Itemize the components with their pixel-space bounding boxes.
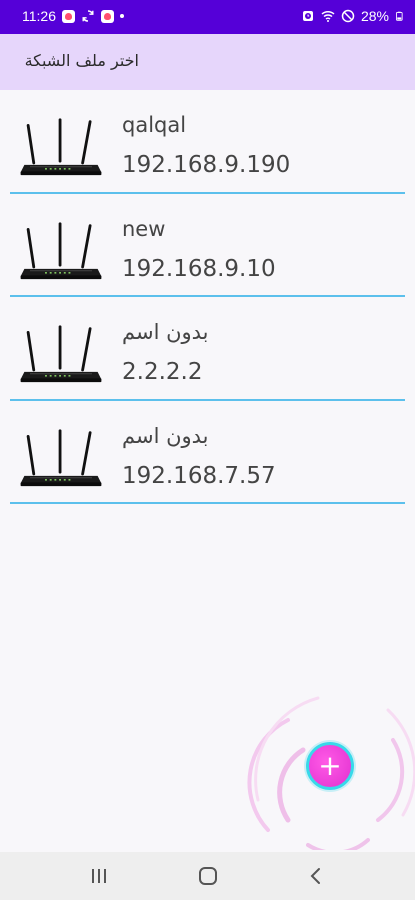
- app-bar: اختر ملف الشبكة: [0, 34, 415, 90]
- dot-icon: [120, 14, 124, 18]
- add-profile-button[interactable]: +: [306, 742, 354, 790]
- battery-percent: 28%: [360, 8, 389, 24]
- sync-icon: [82, 10, 94, 22]
- profile-name: new: [122, 216, 166, 241]
- router-icon: [19, 118, 103, 177]
- alarm-icon: [302, 11, 313, 21]
- home-icon[interactable]: [197, 866, 219, 886]
- recents-icon[interactable]: [88, 866, 110, 886]
- profile-ip: 2.2.2.2: [122, 359, 203, 385]
- dnd-icon: [341, 9, 355, 23]
- list-item[interactable]: بدون اسم 192.168.7.57: [0, 401, 415, 504]
- profile-name: بدون اسم: [122, 423, 209, 448]
- status-right: 28%: [301, 8, 405, 24]
- list-item[interactable]: new 192.168.9.10: [0, 194, 415, 297]
- profile-ip: 192.168.7.57: [122, 462, 276, 489]
- profile-ip: 192.168.9.190: [122, 152, 291, 178]
- list-item[interactable]: qalqal 192.168.9.190: [0, 90, 415, 194]
- profile-name: بدون اسم: [122, 320, 209, 344]
- status-time: 11:26: [22, 8, 56, 24]
- router-icon: [19, 221, 103, 281]
- router-icon: [19, 325, 103, 384]
- profile-name: qalqal: [122, 113, 187, 137]
- wifi-icon: [321, 10, 335, 22]
- status-bar: 11:26 28%: [0, 0, 415, 34]
- status-left: 11:26: [22, 8, 124, 24]
- plus-icon: +: [318, 749, 342, 782]
- profile-list: qalqal 192.168.9.190 new 192.168.9.10 بد…: [0, 90, 415, 504]
- battery-icon: [396, 11, 403, 21]
- app-notification-icon: [62, 9, 75, 23]
- router-icon: [19, 428, 103, 488]
- page-title: اختر ملف الشبكة: [24, 51, 139, 70]
- back-icon[interactable]: [305, 866, 327, 886]
- list-item[interactable]: بدون اسم 2.2.2.2: [0, 297, 415, 401]
- navigation-bar: [0, 852, 415, 900]
- divider: [10, 502, 405, 504]
- app-notification-icon: [101, 9, 114, 23]
- profile-ip: 192.168.9.10: [122, 255, 276, 282]
